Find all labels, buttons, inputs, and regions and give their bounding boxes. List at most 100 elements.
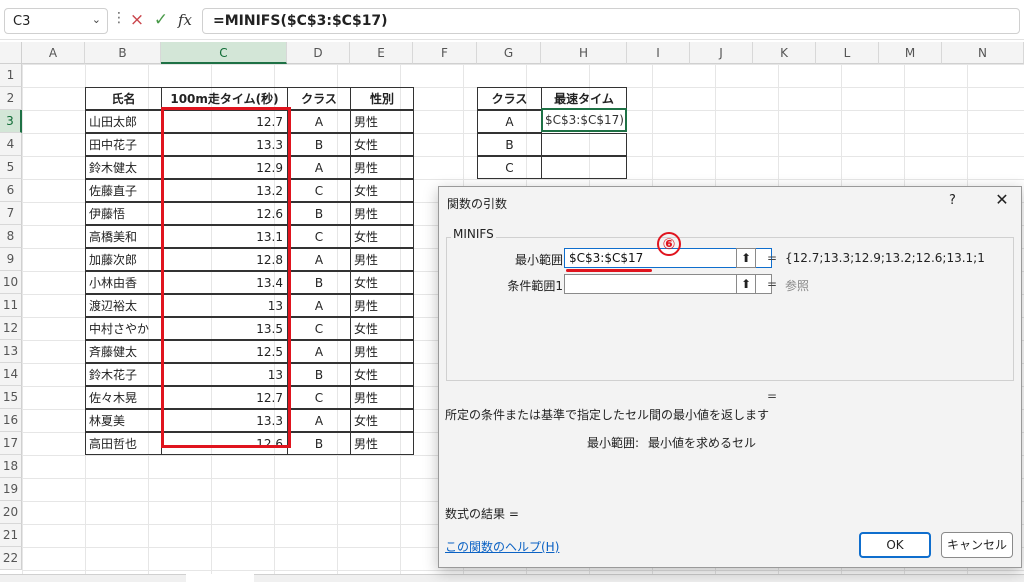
table2-class-cell[interactable]: B [477,133,542,156]
table1-cell-sex[interactable]: 女性 [350,363,414,386]
table2-class-cell[interactable]: A [477,110,542,133]
row-header-18[interactable]: 18 [0,455,22,478]
column-header-k[interactable]: K [753,42,816,64]
table1-cell-name[interactable]: 斉藤健太 [85,340,162,363]
row-header-20[interactable]: 20 [0,501,22,524]
table1-cell-name[interactable]: 林夏美 [85,409,162,432]
table2-fastest-cell[interactable] [541,133,627,156]
row-header-16[interactable]: 16 [0,409,22,432]
table1-cell-time[interactable]: 12.6 [161,432,288,455]
table1-cell-class[interactable]: C [287,225,351,248]
row-header-3[interactable]: 3 [0,110,22,133]
table1-cell-name[interactable]: 伊藤悟 [85,202,162,225]
table1-cell-name[interactable]: 加藤次郎 [85,248,162,271]
table1-cell-time[interactable]: 13 [161,294,288,317]
row-header-2[interactable]: 2 [0,87,22,110]
table1-cell-name[interactable]: 山田太郎 [85,110,162,133]
table1-cell-time[interactable]: 12.8 [161,248,288,271]
help-icon[interactable]: ? [949,193,956,208]
function-help-link[interactable]: この関数のヘルプ(H) [445,538,559,555]
table1-cell-name[interactable]: 高田哲也 [85,432,162,455]
table1-cell-time[interactable]: 13.4 [161,271,288,294]
table1-cell-class[interactable]: A [287,156,351,179]
column-header-f[interactable]: F [413,42,477,64]
table1-cell-sex[interactable]: 男性 [350,156,414,179]
chevron-down-icon[interactable]: ⌄ [92,13,101,26]
table1-cell-name[interactable]: 高橋美和 [85,225,162,248]
column-header-l[interactable]: L [816,42,879,64]
row-header-6[interactable]: 6 [0,179,22,202]
arg1-collapse-icon[interactable]: ⬆ [736,248,756,268]
table1-cell-class[interactable]: A [287,110,351,133]
column-header-n[interactable]: N [942,42,1024,64]
row-header-15[interactable]: 15 [0,386,22,409]
table1-cell-name[interactable]: 鈴木花子 [85,363,162,386]
row-header-21[interactable]: 21 [0,524,22,547]
column-header-e[interactable]: E [350,42,413,64]
column-header-g[interactable]: G [477,42,541,64]
row-header-4[interactable]: 4 [0,133,22,156]
table1-cell-sex[interactable]: 男性 [350,340,414,363]
table1-cell-sex[interactable]: 女性 [350,225,414,248]
row-header-17[interactable]: 17 [0,432,22,455]
select-all-corner[interactable] [0,42,22,64]
table1-cell-sex[interactable]: 女性 [350,409,414,432]
formula-input[interactable]: =MINIFS($C$3:$C$17) [202,8,1020,34]
table1-header-2[interactable]: クラス [287,87,351,110]
table2-class-cell[interactable]: C [477,156,542,179]
row-header-14[interactable]: 14 [0,363,22,386]
column-header-i[interactable]: I [627,42,690,64]
table1-cell-class[interactable]: C [287,386,351,409]
table1-cell-name[interactable]: 渡辺裕太 [85,294,162,317]
table1-cell-time[interactable]: 12.5 [161,340,288,363]
table1-header-3[interactable]: 性別 [350,87,414,110]
row-header-5[interactable]: 5 [0,156,22,179]
cancel-formula-icon[interactable]: × [126,8,148,32]
table1-cell-sex[interactable]: 男性 [350,202,414,225]
table1-cell-class[interactable]: A [287,409,351,432]
column-header-m[interactable]: M [879,42,942,64]
table1-cell-time[interactable]: 12.7 [161,386,288,409]
table1-cell-name[interactable]: 小林由香 [85,271,162,294]
table1-cell-time[interactable]: 13.2 [161,179,288,202]
table1-cell-class[interactable]: B [287,202,351,225]
enter-formula-icon[interactable]: ✓ [150,8,172,32]
column-header-h[interactable]: H [541,42,627,64]
table1-cell-time[interactable]: 12.9 [161,156,288,179]
active-cell-h3[interactable]: $C$3:$C$17) [541,108,627,132]
table1-cell-class[interactable]: B [287,133,351,156]
arg2-collapse-icon[interactable]: ⬆ [736,274,756,294]
table1-cell-class[interactable]: A [287,340,351,363]
row-header-11[interactable]: 11 [0,294,22,317]
table1-cell-time[interactable]: 13.1 [161,225,288,248]
horizontal-scrollbar[interactable] [254,574,1024,582]
table1-cell-class[interactable]: A [287,248,351,271]
cancel-button[interactable]: キャンセル [941,532,1013,558]
table1-cell-time[interactable]: 13.5 [161,317,288,340]
table1-header-1[interactable]: 100m走タイム(秒) [161,87,288,110]
column-header-b[interactable]: B [85,42,161,64]
row-header-1[interactable]: 1 [0,64,22,87]
table1-cell-class[interactable]: C [287,179,351,202]
row-header-8[interactable]: 8 [0,225,22,248]
table1-cell-class[interactable]: B [287,432,351,455]
table1-cell-time[interactable]: 13 [161,363,288,386]
close-icon[interactable]: ✕ [991,189,1013,211]
column-header-d[interactable]: D [287,42,350,64]
insert-function-icon[interactable]: fx [174,8,196,32]
table1-cell-sex[interactable]: 女性 [350,317,414,340]
column-header-j[interactable]: J [690,42,753,64]
column-header-a[interactable]: A [22,42,85,64]
table1-cell-name[interactable]: 鈴木健太 [85,156,162,179]
table1-cell-sex[interactable]: 男性 [350,432,414,455]
table1-cell-name[interactable]: 中村さやか [85,317,162,340]
table1-cell-sex[interactable]: 男性 [350,294,414,317]
table1-cell-sex[interactable]: 女性 [350,271,414,294]
table1-cell-name[interactable]: 佐藤直子 [85,179,162,202]
row-header-13[interactable]: 13 [0,340,22,363]
row-header-12[interactable]: 12 [0,317,22,340]
row-header-9[interactable]: 9 [0,248,22,271]
table1-cell-sex[interactable]: 男性 [350,248,414,271]
ok-button[interactable]: OK [859,532,931,558]
table1-cell-name[interactable]: 田中花子 [85,133,162,156]
